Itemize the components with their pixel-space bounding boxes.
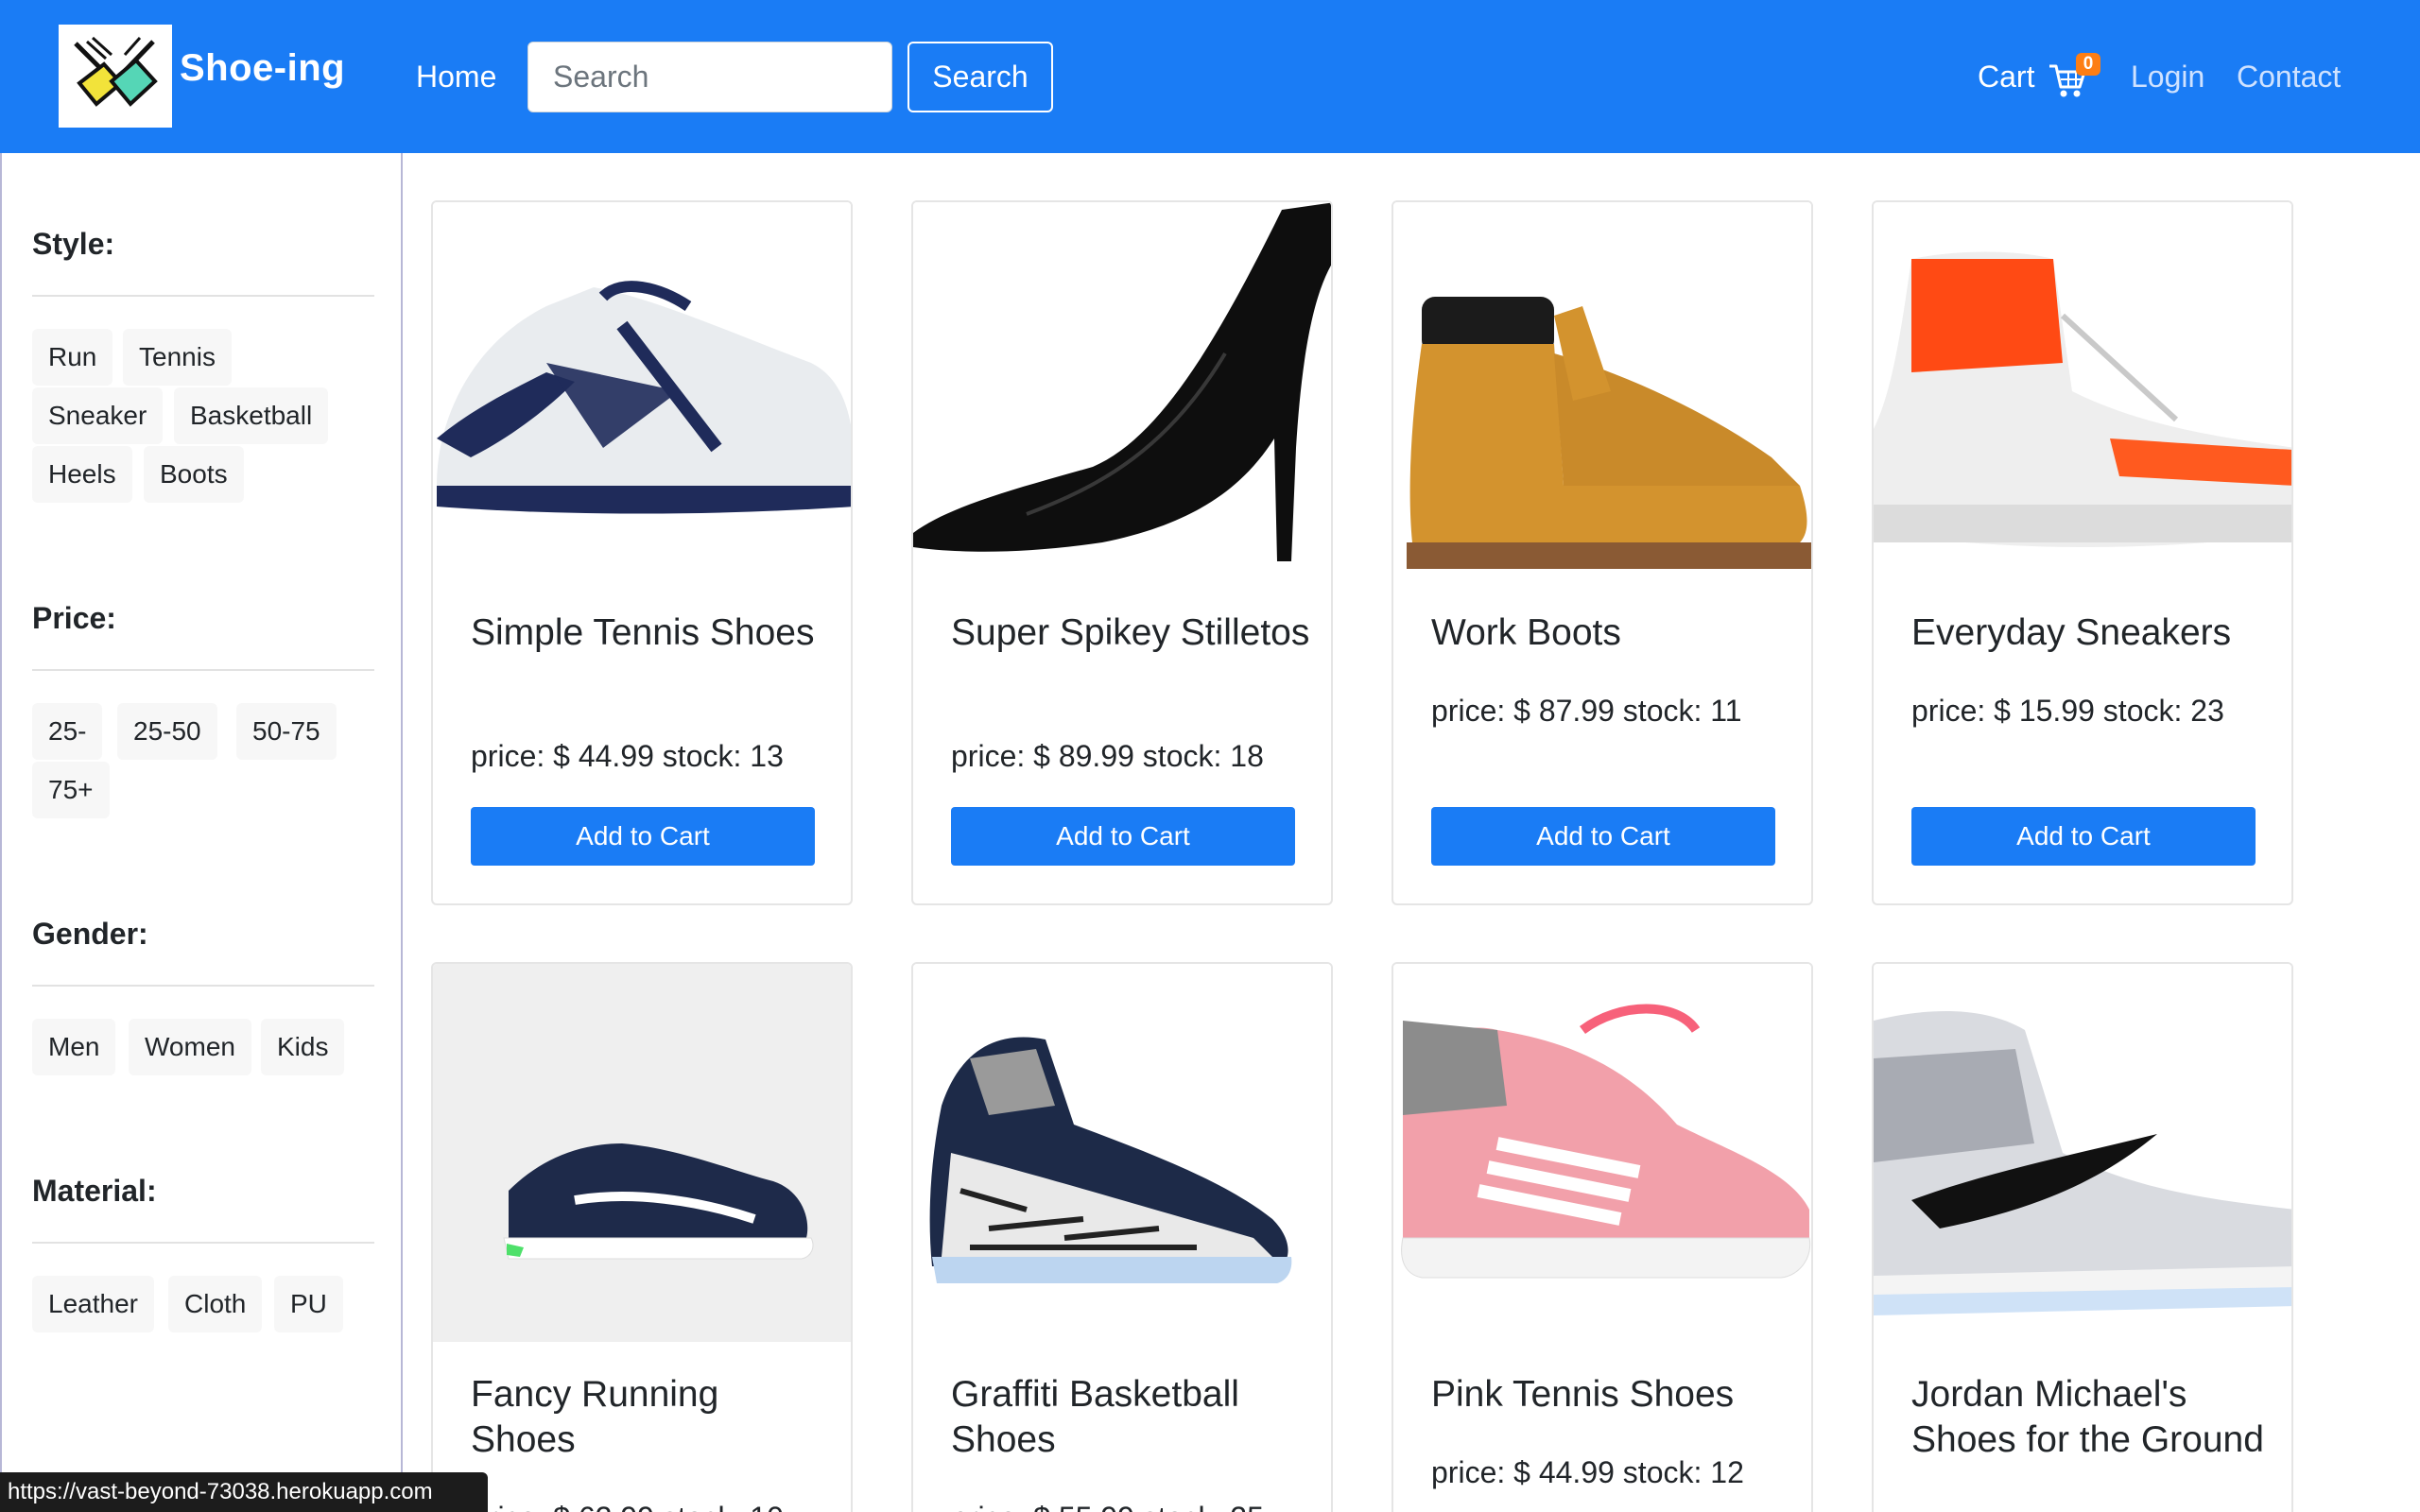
filter-gender-kids[interactable]: Kids	[261, 1019, 345, 1075]
nav-link-contact[interactable]: Contact	[2237, 60, 2341, 94]
divider	[32, 669, 374, 671]
product-card: Super Spikey Stilletos price: $ 89.99 st…	[911, 200, 1333, 905]
nav-link-home[interactable]: Home	[416, 60, 496, 94]
divider	[32, 1242, 374, 1244]
product-image-pink-tennis-shoe[interactable]	[1393, 964, 1813, 1342]
filter-style-sneaker[interactable]: Sneaker	[32, 387, 164, 444]
product-image-sneaker[interactable]	[1874, 202, 2293, 580]
product-price: price: $ 62.99 stock: 10	[471, 1501, 784, 1512]
add-to-cart-button[interactable]: Add to Cart	[1911, 807, 2256, 866]
product-image-basketball-shoe[interactable]	[913, 964, 1333, 1342]
divider	[32, 295, 374, 297]
product-image-running-shoe[interactable]	[433, 964, 853, 1342]
filter-gender-women[interactable]: Women	[129, 1019, 251, 1075]
product-card: Fancy Running Shoes price: $ 62.99 stock…	[431, 962, 853, 1512]
product-price: price: $ 44.99 stock: 12	[1431, 1455, 1744, 1489]
brand-logo[interactable]	[59, 25, 172, 128]
product-image-tennis-shoe[interactable]	[433, 202, 853, 580]
filter-price-under-25[interactable]: 25-	[32, 703, 103, 760]
product-price: price: $ 87.99 stock: 11	[1431, 694, 1742, 728]
product-card: Pink Tennis Shoes price: $ 44.99 stock: …	[1392, 962, 1813, 1512]
filter-sidebar: Style: Run Tennis Sneaker Basketball Hee…	[0, 153, 403, 1512]
product-title: Simple Tennis Shoes	[471, 612, 815, 653]
filter-style-run[interactable]: Run	[32, 329, 113, 386]
filter-material-cloth[interactable]: Cloth	[168, 1276, 263, 1332]
product-price: price: $ 55.99 stock: 25	[951, 1501, 1264, 1512]
filter-price-50-75[interactable]: 50-75	[236, 703, 337, 760]
product-title: Fancy Running Shoes	[471, 1374, 719, 1460]
brand-name[interactable]: Shoe-ing	[180, 47, 345, 90]
filter-material-pu[interactable]: PU	[274, 1276, 343, 1332]
product-card: Work Boots price: $ 87.99 stock: 11 Add …	[1392, 200, 1813, 905]
product-title: Graffiti Basketball Shoes	[951, 1374, 1239, 1460]
product-title: Pink Tennis Shoes	[1431, 1374, 1735, 1415]
product-card: Graffiti Basketball Shoes price: $ 55.99…	[911, 962, 1333, 1512]
add-to-cart-button[interactable]: Add to Cart	[1431, 807, 1775, 866]
product-title: Everyday Sneakers	[1911, 612, 2232, 653]
add-to-cart-button[interactable]: Add to Cart	[471, 807, 815, 866]
nav-link-cart[interactable]: Cart	[1978, 60, 2034, 94]
cart-count-badge: 0	[2076, 53, 2100, 76]
product-title: Jordan Michael's Shoes for the Ground	[1911, 1374, 2264, 1460]
search-input[interactable]	[527, 42, 892, 112]
product-price: price: $ 44.99 stock: 13	[471, 739, 784, 773]
link-status-url: https://vast-beyond-73038.herokuapp.com	[0, 1472, 488, 1512]
product-title: Work Boots	[1431, 612, 1621, 653]
product-image-stiletto[interactable]	[913, 202, 1333, 580]
product-price: price: $ 15.99 stock: 23	[1911, 694, 2224, 728]
product-card: Simple Tennis Shoes price: $ 44.99 stock…	[431, 200, 853, 905]
filter-style-heels[interactable]: Heels	[32, 446, 132, 503]
filter-price-over-75[interactable]: 75+	[32, 762, 110, 818]
filter-title-material: Material:	[32, 1174, 157, 1208]
product-price: price: $ 89.99 stock: 18	[951, 739, 1264, 773]
filter-title-gender: Gender:	[32, 917, 148, 951]
filter-material-leather[interactable]: Leather	[32, 1276, 154, 1332]
filter-style-tennis[interactable]: Tennis	[123, 329, 232, 386]
filter-style-basketball[interactable]: Basketball	[174, 387, 329, 444]
filter-title-style: Style:	[32, 227, 115, 261]
search-button[interactable]: Search	[908, 42, 1053, 112]
product-image-work-boot[interactable]	[1393, 202, 1813, 580]
product-card: Jordan Michael's Shoes for the Ground	[1872, 962, 2293, 1512]
filter-price-25-50[interactable]: 25-50	[117, 703, 217, 760]
nav-link-login[interactable]: Login	[2131, 60, 2204, 94]
navbar: Shoe-ing Home Search Cart 0 Login Contac…	[0, 0, 2420, 153]
filter-gender-men[interactable]: Men	[32, 1019, 116, 1075]
filter-title-price: Price:	[32, 601, 116, 635]
divider	[32, 985, 374, 987]
add-to-cart-button[interactable]: Add to Cart	[951, 807, 1295, 866]
product-image-jordan-shoe[interactable]	[1874, 964, 2293, 1342]
filter-style-boots[interactable]: Boots	[144, 446, 244, 503]
product-card: Everyday Sneakers price: $ 15.99 stock: …	[1872, 200, 2293, 905]
product-title: Super Spikey Stilletos	[951, 612, 1310, 653]
